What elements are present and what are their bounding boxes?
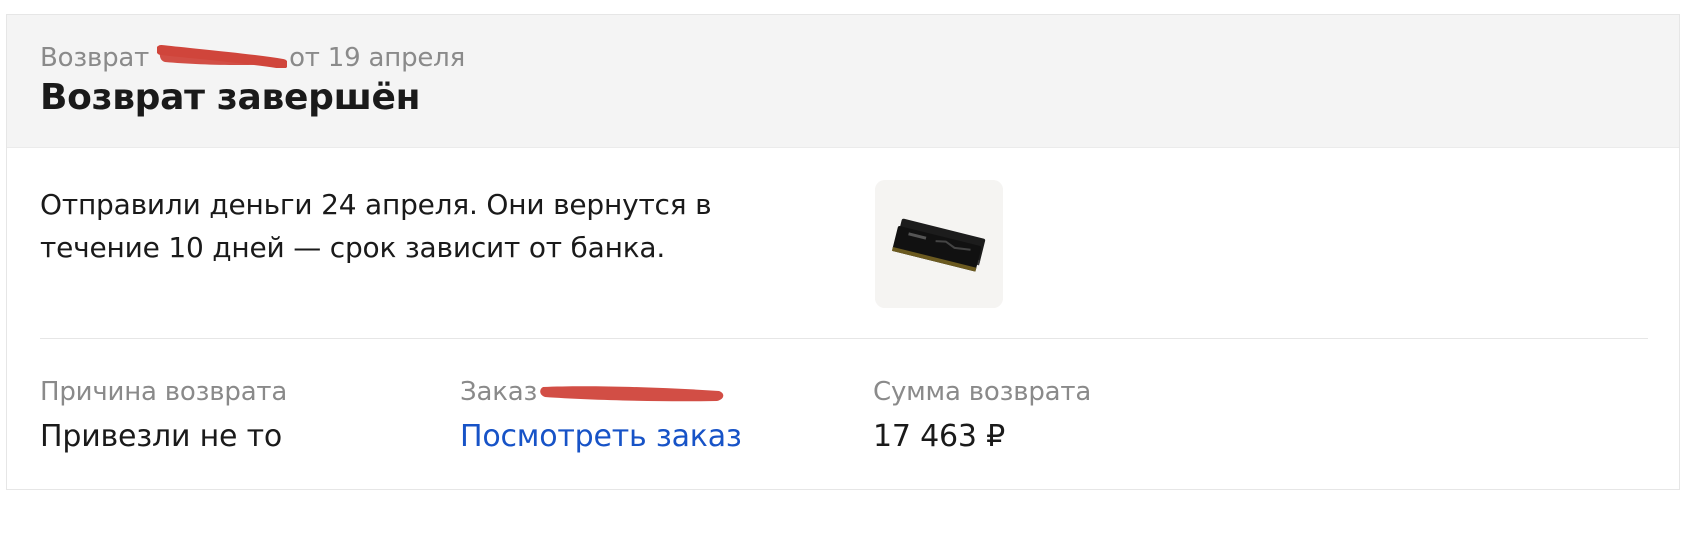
- amount-label: Сумма возврата: [873, 377, 1092, 407]
- return-header: Возврат от 19 апреля Возврат завершён: [7, 15, 1679, 148]
- view-order-link[interactable]: Посмотреть заказ: [460, 419, 742, 455]
- reason-value: Привезли не то: [40, 419, 283, 454]
- return-subtitle-prefix: Возврат: [40, 43, 150, 73]
- memory-module-image: [875, 180, 1003, 308]
- amount-column: Сумма возврата 17 463 ₽: [873, 377, 1091, 455]
- amount-value: 17 463 ₽: [873, 419, 1005, 454]
- divider: [40, 338, 1648, 339]
- redaction-mark-order: [540, 386, 724, 402]
- return-card: Возврат от 19 апреля Возврат завершён Отп…: [6, 14, 1680, 490]
- return-subtitle-date: от 19 апреля: [289, 43, 466, 73]
- reason-column: Причина возврата Привезли не то: [40, 377, 287, 455]
- product-thumbnail[interactable]: [875, 180, 1003, 308]
- redaction-mark: [157, 45, 287, 68]
- page-title: Возврат завершён: [40, 77, 421, 118]
- reason-label: Причина возврата: [40, 377, 288, 407]
- refund-message: Отправили деньги 24 апреля. Они вернутся…: [40, 188, 712, 264]
